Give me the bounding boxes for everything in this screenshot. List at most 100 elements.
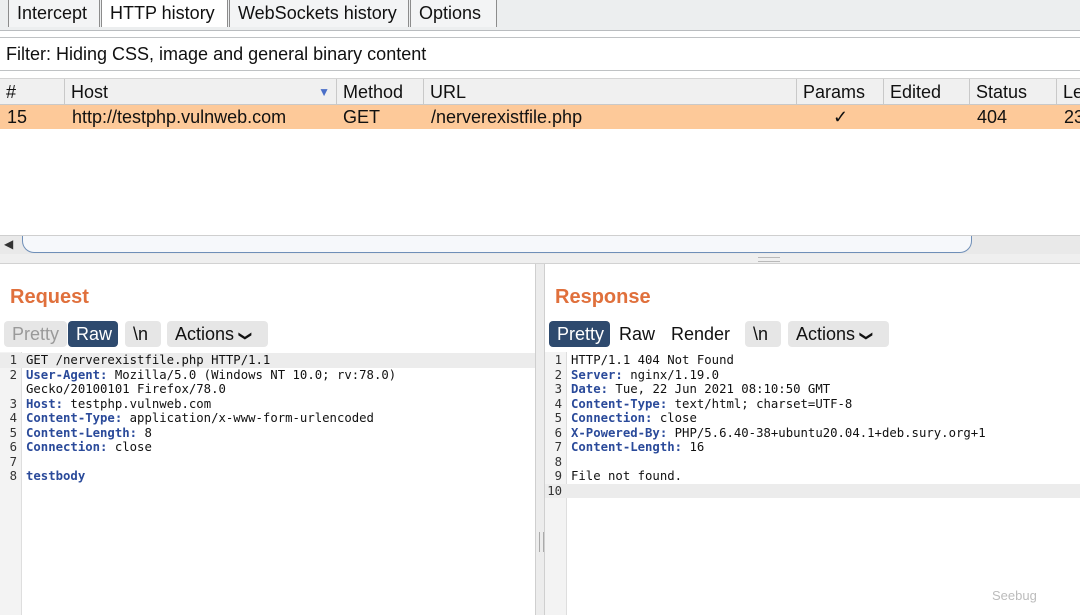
request-editor[interactable]: 1 GET /nerverexistfile.php HTTP/1.1 2 User-… xyxy=(0,352,535,615)
splitter-grip-icon xyxy=(539,532,544,552)
line-text: File not found. xyxy=(571,469,682,484)
column-header-number[interactable]: # xyxy=(0,79,65,105)
line-number: 2 xyxy=(9,367,17,382)
editor-line: 9 File not found. xyxy=(545,469,1080,484)
line-text: Connection: close xyxy=(571,411,697,426)
line-text: GET /nerverexistfile.php HTTP/1.1 xyxy=(26,353,270,368)
line-text: Server: nginx/1.19.0 xyxy=(571,368,719,383)
header-name: Content-Length: xyxy=(571,440,683,454)
horizontal-splitter[interactable] xyxy=(0,254,1080,264)
line-number: 6 xyxy=(9,440,17,454)
tab-bar: Intercept HTTP history WebSockets histor… xyxy=(0,0,1080,31)
column-label: Params xyxy=(803,82,866,102)
horizontal-scrollbar[interactable]: ◀ xyxy=(0,235,1080,254)
header-value: File not found. xyxy=(571,469,683,483)
editor-line: 1 HTTP/1.1 404 Not Found xyxy=(545,353,1080,368)
filter-bar[interactable]: Filter: Hiding CSS, image and general bi… xyxy=(0,37,1080,71)
response-editor[interactable]: 1 HTTP/1.1 404 Not Found 2 Server: nginx/1.… xyxy=(545,352,1080,615)
actions-button[interactable]: Actions ❯ xyxy=(167,321,268,347)
column-label: URL xyxy=(430,82,467,102)
raw-button[interactable]: Raw xyxy=(68,321,118,347)
header-value: application/x-www-form-urlencoded xyxy=(122,411,374,425)
header-value: close xyxy=(107,440,152,454)
column-header-length[interactable]: Le xyxy=(1057,79,1080,105)
line-number: 1 xyxy=(554,353,562,367)
editor-line: 2 User-Agent: Mozilla/5.0 (Windows NT 10.… xyxy=(0,368,535,383)
cell-method: GET xyxy=(343,107,381,127)
line-text: Gecko/20100101 Firefox/78.0 xyxy=(26,382,226,397)
editor-line: 3 Date: Tue, 22 Jun 2021 08:10:50 GMT xyxy=(545,382,1080,397)
column-header-edited[interactable]: Edited xyxy=(884,79,970,105)
scrollbar-thumb[interactable] xyxy=(22,236,972,253)
watermark: Seebug xyxy=(992,588,1037,603)
header-name: X-Powered-By: xyxy=(571,425,668,440)
header-name: Server: xyxy=(571,367,623,382)
line-text: Content-Type: text/html; charset=UTF-8 xyxy=(571,397,852,412)
raw-button[interactable]: Raw xyxy=(611,321,663,347)
editor-line: 4 Content-Type: application/x-www-form-ur… xyxy=(0,411,535,426)
column-label: Status xyxy=(976,82,1028,102)
cell-url: /nerverexistfile.php xyxy=(431,107,583,127)
line-number: 7 xyxy=(554,440,562,454)
column-header-url[interactable]: URL xyxy=(424,79,797,105)
tab-intercept[interactable]: Intercept xyxy=(8,0,100,27)
pretty-button[interactable]: Pretty xyxy=(549,321,610,347)
editor-line: 6 Connection: close xyxy=(0,440,535,455)
editor-line: 7 xyxy=(0,455,535,470)
header-value: Gecko/20100101 Firefox/78.0 xyxy=(26,382,226,396)
tab-options[interactable]: Options xyxy=(410,0,497,27)
column-header-method[interactable]: Method xyxy=(337,79,424,105)
line-text: Date: Tue, 22 Jun 2021 08:10:50 GMT xyxy=(571,382,830,397)
column-header-status[interactable]: Status xyxy=(970,79,1057,105)
table-empty-area xyxy=(0,129,1080,235)
line-text: User-Agent: Mozilla/5.0 (Windows NT 10.0… xyxy=(26,368,396,383)
editor-line: 8 testbody xyxy=(0,469,535,484)
line-text: HTTP/1.1 404 Not Found xyxy=(571,353,734,368)
actions-button[interactable]: Actions ❯ xyxy=(788,321,889,347)
column-header-params[interactable]: Params xyxy=(797,79,884,105)
cell-host: http://testphp.vulnweb.com xyxy=(72,107,287,127)
sort-descending-icon: ▼ xyxy=(318,85,330,99)
tab-websockets-history[interactable]: WebSockets history xyxy=(229,0,409,27)
tab-http-history[interactable]: HTTP history xyxy=(101,0,228,27)
header-value: testphp.vulnweb.com xyxy=(63,396,212,411)
header-name: Content-Type: xyxy=(571,396,668,411)
render-button[interactable]: Render xyxy=(663,321,740,347)
line-number: 2 xyxy=(554,367,562,382)
request-title: Request xyxy=(10,286,89,308)
line-number: 4 xyxy=(9,411,17,425)
column-label: Method xyxy=(343,82,404,102)
editor-line: 2 Server: nginx/1.19.0 xyxy=(545,368,1080,383)
pretty-button[interactable]: Pretty xyxy=(4,321,67,347)
header-name: Connection: xyxy=(26,440,108,454)
actions-label: Actions xyxy=(175,324,235,344)
newline-toggle-button[interactable]: \n xyxy=(745,321,781,347)
header-value: Mozilla/5.0 (Windows NT 10.0; rv:78.0) xyxy=(107,367,397,382)
editor-line: 1 GET /nerverexistfile.php HTTP/1.1 xyxy=(0,353,535,368)
header-name: Date: xyxy=(571,382,609,396)
header-name: Host: xyxy=(26,396,64,411)
newline-toggle-button[interactable]: \n xyxy=(125,321,161,347)
cell-params-check: ✓ xyxy=(833,107,849,127)
editor-line: Gecko/20100101 Firefox/78.0 xyxy=(0,382,535,397)
line-number: 6 xyxy=(554,425,562,440)
column-header-host[interactable]: Host ▼ xyxy=(65,79,337,105)
line-text: Content-Length: 8 xyxy=(26,426,152,441)
line-number: 5 xyxy=(9,425,17,440)
cell-number: 15 xyxy=(7,107,28,127)
actions-label: Actions xyxy=(796,324,856,344)
editor-line: 6 X-Powered-By: PHP/5.6.40-38+ubuntu20.04… xyxy=(545,426,1080,441)
header-value: text/html; charset=UTF-8 xyxy=(667,396,853,411)
table-row[interactable]: 15 http://testphp.vulnweb.com GET /nerve… xyxy=(0,105,1080,129)
header-name: User-Agent: xyxy=(26,367,108,382)
vertical-splitter[interactable] xyxy=(535,264,545,615)
scroll-left-icon[interactable]: ◀ xyxy=(4,237,13,251)
editor-line: 4 Content-Type: text/html; charset=UTF-8 xyxy=(545,397,1080,412)
response-title: Response xyxy=(555,286,651,308)
chevron-down-icon: ❯ xyxy=(238,330,254,342)
header-name: testbody xyxy=(26,469,86,483)
line-number: 3 xyxy=(554,382,562,396)
header-value: Tue, 22 Jun 2021 08:10:50 GMT xyxy=(608,382,831,396)
filter-text: Filter: Hiding CSS, image and general bi… xyxy=(6,44,427,64)
editor-line: 10 xyxy=(545,483,1080,498)
